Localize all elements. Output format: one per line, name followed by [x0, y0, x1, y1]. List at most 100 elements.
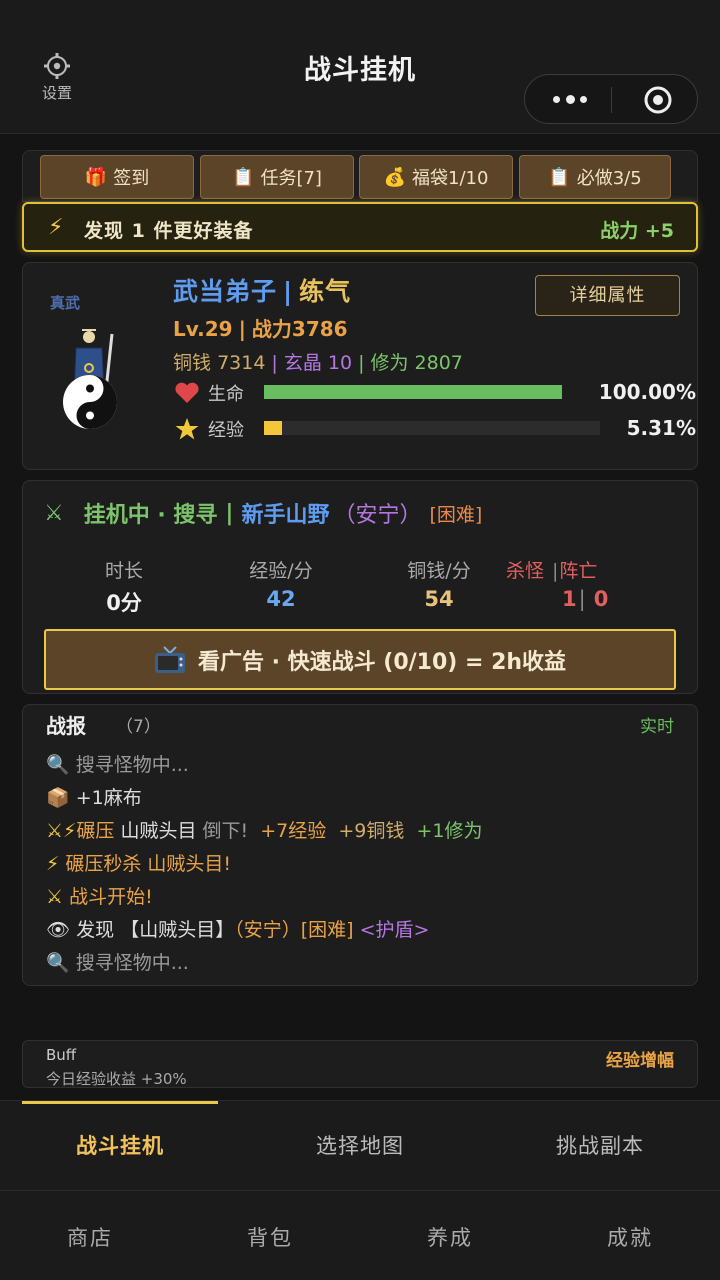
log-line: ⚔ 战斗开始! — [46, 882, 153, 909]
heart-icon — [175, 382, 199, 403]
exp-rate-label: 经验/分 — [249, 560, 313, 582]
log-line: ⚡ 碾压秒杀 山贼头目! — [46, 849, 231, 876]
log-text: 搜寻怪物中... — [75, 952, 189, 974]
log-line: 🔍 搜寻怪物中... — [46, 750, 189, 777]
log-text: 搜寻怪物中... — [75, 754, 189, 776]
log-text: +1麻布 — [75, 787, 142, 809]
log-line: ⚔⚡碾压 山贼头目 倒下! +7经验 +9铜钱 +1修为 — [46, 816, 482, 843]
character-power: 战力3786 — [251, 317, 348, 341]
checkin-button[interactable]: 🎁 签到 — [40, 155, 194, 199]
box-icon: 📦 — [46, 787, 70, 809]
better-gear-banner[interactable]: ⚡ 发现 1 件更好装备 战力 +5 — [22, 202, 698, 252]
character-name: 武当弟子 | 练气 — [173, 277, 352, 306]
watch-ad-label: 看广告 · 快速战斗 (0/10) = 2h收益 — [197, 649, 567, 675]
kills-deaths-value: 1| 0 — [562, 587, 609, 611]
crossed-swords-icon: ⚔ — [44, 500, 64, 526]
kills-value: 1 — [562, 587, 577, 611]
log-text: 碾压 — [76, 820, 115, 842]
hp-bar — [264, 385, 562, 399]
watch-ad-button[interactable]: 看广告 · 快速战斗 (0/10) = 2h收益 — [44, 629, 676, 690]
banner-power: 战力 +5 — [600, 220, 674, 242]
lucky-bag-label: 福袋1/10 — [412, 168, 489, 189]
exp-percent: 5.31% — [626, 416, 696, 440]
active-tab-indicator — [22, 1101, 218, 1104]
battle-log-card — [22, 704, 698, 986]
lightning-icon: ⚡ — [63, 820, 77, 842]
checkin-label: 签到 — [113, 168, 150, 189]
log-text: 发现 — [76, 919, 115, 941]
battle-log-count: （7） — [116, 717, 161, 737]
duration-label: 时长 — [104, 560, 143, 582]
clipboard-icon: 📋 — [548, 166, 571, 188]
money-bag-icon: 💰 — [383, 166, 406, 188]
kills-label: 杀怪 — [506, 560, 545, 582]
nav-shop[interactable]: 商店 — [0, 1222, 180, 1252]
idle-map: 新手山野 — [241, 503, 330, 528]
level-line: Lv.29 | 战力3786 — [173, 317, 348, 341]
crossed-swords-icon: ⚔ — [46, 886, 64, 908]
log-line: 👁 发现 【山贼头目】（安宁）[困难] <护盾> — [46, 915, 429, 942]
idle-zone: （安宁） — [333, 503, 422, 528]
crossed-swords-icon: ⚔ — [46, 820, 64, 842]
nav-bag[interactable]: 背包 — [180, 1222, 360, 1252]
tab-battle-idle[interactable]: 战斗挂机 — [0, 1130, 240, 1160]
idle-difficulty: [困难] — [429, 503, 483, 526]
copper-value: 7314 — [217, 352, 266, 374]
lucky-bag-button[interactable]: 💰 福袋1/10 — [359, 155, 513, 199]
taoist-figure-icon — [63, 329, 117, 429]
currency-line: 铜钱 7314 | 玄晶 10 | 修为 2807 — [173, 352, 463, 374]
detail-attributes-button[interactable]: 详细属性 — [535, 275, 680, 316]
exp-bar — [264, 421, 600, 435]
miniprogram-capsule — [524, 74, 698, 124]
copper-label: 铜钱 — [173, 352, 212, 374]
star-icon — [175, 418, 199, 440]
battle-log-title: 战报 — [46, 714, 86, 738]
daily-must-label: 必做3/5 — [576, 168, 642, 189]
character-level: Lv.29 — [173, 317, 233, 341]
tab-select-map[interactable]: 选择地图 — [240, 1130, 480, 1160]
hp-row-label: 生命 — [174, 380, 244, 406]
task-button[interactable]: 📋 任务[7] — [200, 155, 354, 199]
nav-achievements[interactable]: 成就 — [540, 1222, 720, 1252]
cultivation-label: 修为 — [370, 352, 409, 374]
buff-title: Buff — [46, 1046, 77, 1064]
cultivation-value: 2807 — [414, 352, 463, 374]
character-avatar: 真武 — [34, 290, 134, 430]
log-line: 📦 +1麻布 — [46, 783, 142, 810]
copper-rate-label: 铜钱/分 — [407, 560, 471, 582]
log-text: 碾压秒杀 山贼头目! — [65, 853, 232, 875]
copper-rate-value: 54 — [424, 587, 454, 611]
tab-challenge-dungeon[interactable]: 挑战副本 — [480, 1130, 720, 1160]
more-icon[interactable] — [549, 85, 589, 113]
exp-label: 经验 — [208, 420, 244, 441]
lightning-icon: ⚡ — [46, 853, 60, 875]
log-line: 🔍 搜寻怪物中... — [46, 948, 189, 975]
tv-icon — [154, 645, 185, 673]
character-realm: 练气 — [299, 277, 352, 306]
exp-bar-fill — [264, 421, 282, 435]
eye-icon: 👁 — [46, 919, 71, 941]
log-text: 山贼头目 — [120, 820, 197, 842]
close-target-icon[interactable] — [643, 85, 673, 115]
log-text: +1修为 — [416, 820, 483, 842]
duration-value: 0分 — [106, 591, 142, 615]
gift-icon: 🎁 — [84, 166, 108, 188]
character-sect: 武当弟子 — [173, 277, 278, 306]
log-text: +7经验 — [260, 820, 327, 842]
daily-must-button[interactable]: 📋 必做3/5 — [519, 155, 671, 199]
nav-cultivate[interactable]: 养成 — [360, 1222, 540, 1252]
log-text: <护盾> — [359, 919, 430, 941]
hp-label: 生命 — [208, 384, 244, 405]
crystal-label: 玄晶 — [283, 352, 322, 374]
magnifier-icon: 🔍 — [46, 754, 70, 776]
clipboard-icon: 📋 — [232, 166, 255, 188]
battle-log-live[interactable]: 实时 — [640, 712, 674, 737]
exp-row-label: 经验 — [174, 416, 244, 442]
log-text: +9铜钱 — [338, 820, 405, 842]
idle-status-line: ⚔ 挂机中 · 搜寻 | 新手山野 （安宁） [困难] — [44, 497, 482, 529]
idle-status: 挂机中 · 搜寻 — [83, 503, 218, 528]
task-label: 任务[7] — [260, 168, 322, 189]
capsule-divider — [611, 87, 612, 113]
exp-rate-value: 42 — [266, 587, 296, 611]
hp-percent: 100.00% — [598, 380, 696, 404]
